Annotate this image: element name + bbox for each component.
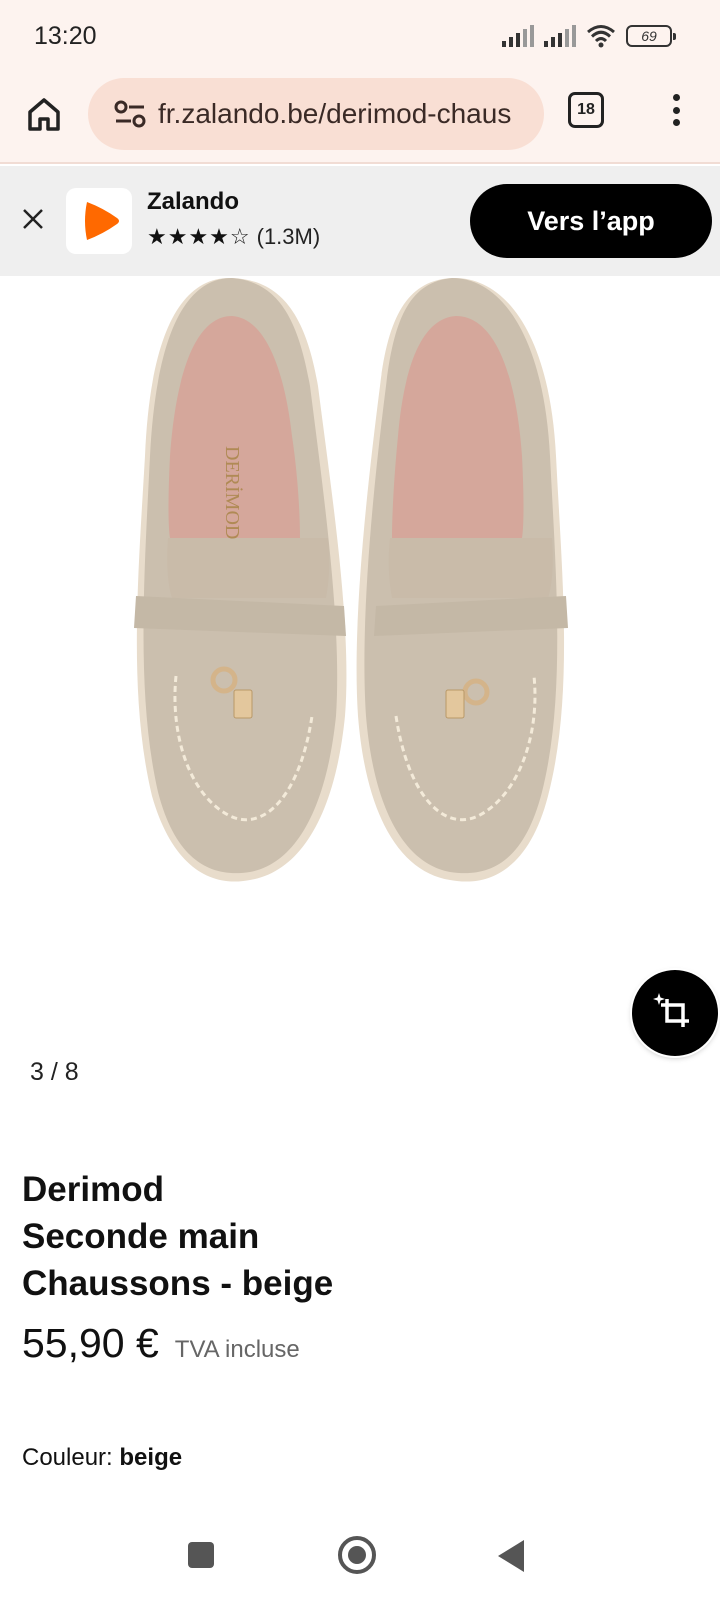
open-app-button[interactable]: Vers l’app bbox=[470, 184, 712, 258]
visual-search-button[interactable] bbox=[632, 970, 718, 1056]
status-icons: 69 bbox=[502, 24, 676, 48]
signal-icon bbox=[544, 25, 576, 47]
color-value: beige bbox=[119, 1444, 183, 1471]
image-counter: 3 / 8 bbox=[30, 1058, 79, 1086]
left-shoe: DERİMOD bbox=[134, 277, 347, 882]
color-row: Couleur: beige bbox=[22, 1444, 182, 1472]
rating-count: (1.3M) bbox=[256, 224, 321, 249]
home-circle-icon[interactable] bbox=[338, 1536, 376, 1574]
tune-icon[interactable] bbox=[112, 96, 148, 132]
back-icon[interactable] bbox=[498, 1540, 524, 1572]
zalando-logo-icon bbox=[85, 202, 119, 240]
app-name: Zalando bbox=[147, 188, 240, 215]
rating-stars: ★★★★☆ bbox=[147, 224, 251, 249]
product-condition: Seconde main bbox=[22, 1217, 260, 1256]
wifi-icon bbox=[587, 25, 615, 48]
browser-toolbar: fr.zalando.be/derimod-chaus 18 bbox=[0, 72, 720, 164]
status-time: 13:20 bbox=[34, 22, 97, 50]
app-logo bbox=[66, 188, 132, 254]
app-rating: ★★★★☆ (1.3M) bbox=[147, 224, 320, 250]
home-icon bbox=[28, 98, 60, 131]
shoe-brand-print: DERİMOD bbox=[221, 446, 244, 539]
more-vert-icon[interactable] bbox=[656, 90, 696, 130]
url-text: fr.zalando.be/derimod-chaus bbox=[158, 98, 512, 129]
tabs-button[interactable]: 18 bbox=[568, 92, 604, 128]
loafers-image: DERİMOD bbox=[134, 277, 568, 882]
product-price: 55,90 € bbox=[22, 1320, 159, 1366]
signal-icon bbox=[502, 25, 534, 47]
color-label: Couleur: bbox=[22, 1444, 113, 1471]
product-image[interactable]: DERİMOD bbox=[0, 276, 720, 936]
close-icon[interactable] bbox=[20, 206, 46, 232]
app-banner: Zalando ★★★★☆ (1.3M) Vers l’app bbox=[0, 166, 720, 276]
battery-icon: 69 bbox=[626, 25, 676, 47]
price-row: 55,90 € TVA incluse bbox=[22, 1320, 300, 1367]
product-brand[interactable]: Derimod bbox=[22, 1166, 164, 1213]
system-nav-bar bbox=[0, 1512, 720, 1600]
crop-search-icon bbox=[653, 993, 689, 1027]
status-bar: 13:20 69 bbox=[0, 0, 720, 72]
vat-note: TVA incluse bbox=[174, 1336, 300, 1363]
product-name: Chaussons - beige bbox=[22, 1264, 334, 1303]
recent-apps-icon[interactable] bbox=[188, 1542, 214, 1568]
home-button[interactable] bbox=[20, 90, 68, 138]
url-bar[interactable]: fr.zalando.be/derimod-chaus bbox=[88, 78, 544, 150]
right-shoe bbox=[356, 277, 568, 882]
